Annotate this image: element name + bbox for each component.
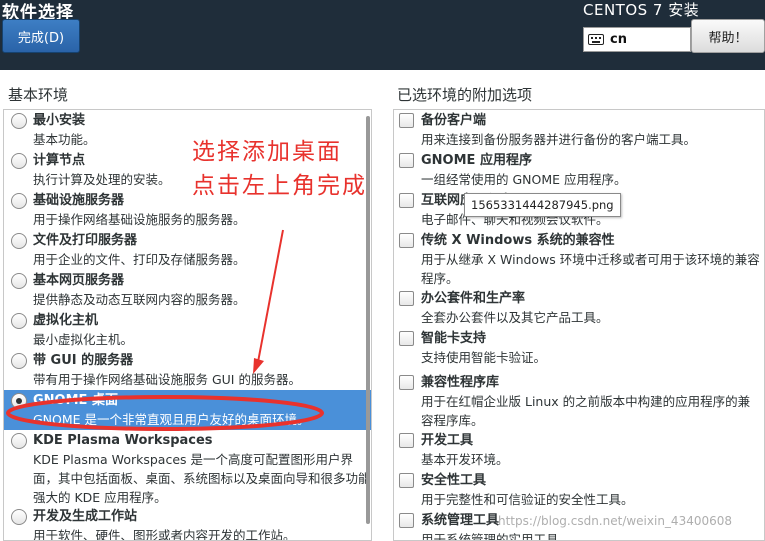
addon-item-desc: 支持使用智能卡验证。: [421, 350, 547, 365]
env-item-desc: 最小虚拟化主机。: [33, 332, 134, 347]
env-item-title: GNOME 桌面: [33, 393, 118, 408]
env-item-desc: 用于软件、硬件、图形或者内容开发的工作站。: [33, 528, 296, 541]
base-environment-title: 基本环境: [8, 86, 69, 104]
addons-list: 备份客户端 用来连接到备份服务器并进行备份的客户端工具。 GNOME 应用程序 …: [393, 109, 765, 541]
addon-item-title: 传统 X Windows 系统的兼容性: [421, 233, 615, 248]
radio-button[interactable]: [11, 353, 27, 369]
radio-button[interactable]: [11, 509, 27, 525]
radio-button[interactable]: [11, 433, 27, 449]
env-item-desc: 用于企业的文件、打印及存储服务器。: [33, 252, 246, 267]
env-item-title: 基本网页服务器: [33, 273, 125, 288]
addon-item-title: 办公套件和生产率: [421, 291, 526, 306]
radio-button[interactable]: [11, 193, 27, 209]
addon-item-dev-tools[interactable]: 开发工具 基本开发环境。: [394, 430, 764, 470]
addon-item-desc: 基本开发环境。: [421, 452, 509, 467]
checkbox[interactable]: [399, 153, 414, 168]
keyboard-icon: [588, 34, 604, 45]
help-button[interactable]: 帮助！: [691, 19, 765, 53]
radio-button[interactable]: [11, 113, 27, 129]
keyboard-layout-indicator[interactable]: cn: [583, 27, 691, 52]
checkbox[interactable]: [399, 193, 414, 208]
addon-item-desc: 用于从继承 X Windows 环境中迁移或者可用于该环境的兼容程序。: [421, 252, 760, 286]
checkbox[interactable]: [399, 473, 414, 488]
addon-item-office-suite[interactable]: 办公套件和生产率 全套办公套件以及其它产品工具。: [394, 288, 764, 328]
filename-tooltip: 1565331444287945.png: [464, 193, 621, 217]
header-bar: 软件选择 完成(D) CENTOS 7 安装 cn 帮助！: [0, 0, 765, 70]
env-item-desc: 提供静态及动态互联网内容的服务器。: [33, 292, 246, 307]
env-item-virtualization-host[interactable]: 虚拟化主机 最小虚拟化主机。: [4, 310, 371, 350]
addon-item-desc: 用于完整性和可信验证的安全性工具。: [421, 492, 634, 507]
env-item-desc: 用于操作网络基础设施服务的服务器。: [33, 212, 246, 227]
annotation-text-line2: 点击左上角完成: [192, 173, 367, 199]
checkbox[interactable]: [399, 113, 414, 128]
addon-item-desc: 用于在红帽企业版 Linux 的之前版本中构建的应用程序的兼容程序库。: [421, 394, 751, 428]
radio-button[interactable]: [11, 313, 27, 329]
env-item-web-server[interactable]: 基本网页服务器 提供静态及动态互联网内容的服务器。: [4, 270, 371, 310]
addon-item-title: 安全性工具: [421, 473, 487, 488]
addon-item-gnome-apps[interactable]: GNOME 应用程序 一组经常使用的 GNOME 应用程序。: [394, 150, 764, 190]
env-item-title: KDE Plasma Workspaces: [33, 433, 213, 448]
addon-item-security-tools[interactable]: 安全性工具 用于完整性和可信验证的安全性工具。: [394, 470, 764, 510]
radio-button[interactable]: [11, 153, 27, 169]
addon-item-legacy-x[interactable]: 传统 X Windows 系统的兼容性 用于从继承 X Windows 环境中迁…: [394, 230, 764, 288]
env-item-gnome-desktop[interactable]: GNOME 桌面 GNOME 是一个非常直观且用户友好的桌面环境。: [4, 390, 371, 430]
env-item-file-print-server[interactable]: 文件及打印服务器 用于企业的文件、打印及存储服务器。: [4, 230, 371, 270]
addon-item-desc: 用来连接到备份服务器并进行备份的客户端工具。: [421, 132, 697, 147]
env-item-server-with-gui[interactable]: 带 GUI 的服务器 带有用于操作网络基础设施服务 GUI 的服务器。: [4, 350, 371, 390]
env-item-title: 最小安装: [33, 113, 86, 128]
env-item-title: 文件及打印服务器: [33, 233, 138, 248]
env-item-title: 开发及生成工作站: [33, 509, 138, 524]
radio-button[interactable]: [11, 233, 27, 249]
checkbox[interactable]: [399, 375, 414, 390]
addon-item-desc: 全套办公套件以及其它产品工具。: [421, 310, 609, 325]
radio-button[interactable]: [11, 273, 27, 289]
checkbox[interactable]: [399, 331, 414, 346]
addon-item-title: 开发工具: [421, 433, 474, 448]
done-button[interactable]: 完成(D): [2, 19, 80, 53]
radio-button-selected[interactable]: [11, 393, 27, 409]
env-item-title: 带 GUI 的服务器: [33, 353, 134, 368]
addon-item-desc: 用于系统管理的实用工具。: [421, 532, 572, 541]
addon-item-desc: 一组经常使用的 GNOME 应用程序。: [421, 172, 627, 187]
addon-item-compat-libs[interactable]: 兼容性程序库 用于在红帽企业版 Linux 的之前版本中构建的应用程序的兼容程序…: [394, 372, 764, 430]
addon-item-title: GNOME 应用程序: [421, 153, 532, 168]
addon-item-title: 备份客户端: [421, 113, 487, 128]
addon-item-backup-client[interactable]: 备份客户端 用来连接到备份服务器并进行备份的客户端工具。: [394, 110, 764, 150]
env-item-dev-workstation[interactable]: 开发及生成工作站 用于软件、硬件、图形或者内容开发的工作站。: [4, 506, 371, 541]
addon-item-title: 智能卡支持: [421, 331, 487, 346]
checkbox[interactable]: [399, 291, 414, 306]
checkbox[interactable]: [399, 233, 414, 248]
annotation-text-line1: 选择添加桌面: [192, 139, 342, 165]
addons-title: 已选环境的附加选项: [397, 86, 533, 104]
env-item-title: 虚拟化主机: [33, 313, 99, 328]
checkbox[interactable]: [399, 433, 414, 448]
env-item-desc: KDE Plasma Workspaces 是一个高度可配置图形用户界面，其中包…: [33, 452, 371, 505]
env-item-desc: GNOME 是一个非常直观且用户友好的桌面环境。: [33, 412, 310, 427]
checkbox[interactable]: [399, 513, 414, 528]
watermark: https://blog.csdn.net/weixin_43400608: [498, 514, 733, 528]
keyboard-layout-label: cn: [610, 32, 627, 47]
install-title: CENTOS 7 安装: [583, 1, 700, 19]
env-item-desc: 带有用于操作网络基础设施服务 GUI 的服务器。: [33, 372, 301, 387]
addon-item-smart-card[interactable]: 智能卡支持 支持使用智能卡验证。: [394, 328, 764, 372]
env-item-kde-plasma[interactable]: KDE Plasma Workspaces KDE Plasma Workspa…: [4, 430, 371, 506]
addon-item-title: 兼容性程序库: [421, 375, 500, 390]
